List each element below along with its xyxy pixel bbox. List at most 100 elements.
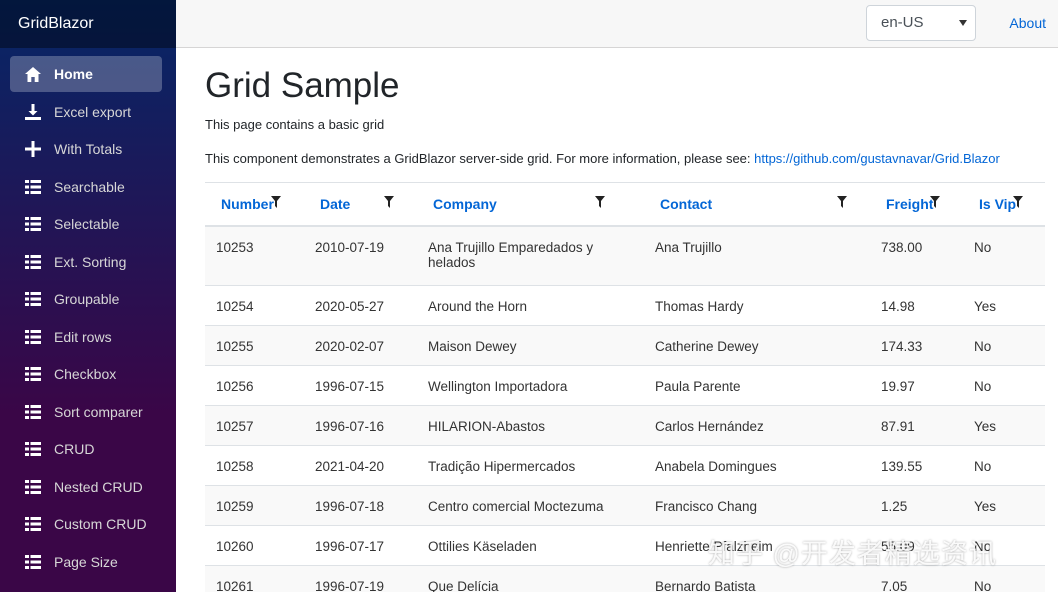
column-header-label: Contact (660, 195, 713, 212)
cell-is-vip: Yes (963, 485, 1045, 526)
column-header-freight[interactable]: Freight (870, 182, 963, 227)
cell-company: HILARION-Abastos (417, 405, 644, 446)
table-row[interactable]: 10255 2020-02-07 Maison Dewey Catherine Dew… (205, 325, 1045, 366)
cell-number: 10260 (205, 525, 304, 566)
list-icon (24, 290, 42, 308)
column-header-label: Number (221, 195, 274, 212)
cell-number: 10253 (205, 225, 304, 286)
table-row[interactable]: 10253 2010-07-19 Ana Trujillo Emparedados … (205, 225, 1045, 286)
cell-freight: 174.33 (870, 325, 963, 366)
cell-date: 1996-07-16 (304, 405, 417, 446)
list-icon (24, 478, 42, 496)
table-row[interactable]: 10259 1996-07-18 Centro comercial Moctezum… (205, 485, 1045, 526)
sidebar-item-selectable[interactable]: Selectable (10, 206, 162, 242)
column-header-company[interactable]: Company (417, 182, 644, 227)
description-body: This component demonstrates a GridBlazor… (205, 151, 755, 166)
filter-icon[interactable] (271, 195, 281, 208)
column-header-label: Freight (886, 195, 934, 212)
column-header-number[interactable]: Number (205, 182, 304, 227)
sidebar-item-label: Custom CRUD (54, 516, 147, 532)
top-bar: en-US About (176, 0, 1058, 48)
table-row[interactable]: 10258 2021-04-20 Tradição Hipermercados Ana… (205, 445, 1045, 486)
sidebar: GridBlazor Home Excel export With Totals Se… (0, 0, 176, 592)
intro-text: This page contains a basic grid (205, 117, 385, 132)
filter-icon[interactable] (1013, 195, 1023, 208)
sidebar-item-with-totals[interactable]: With Totals (10, 131, 162, 167)
cell-contact: Ana Trujillo (644, 225, 870, 286)
cell-number: 10261 (205, 565, 304, 592)
cell-company: Maison Dewey (417, 325, 644, 366)
cell-contact: Anabela Domingues (644, 445, 870, 486)
sidebar-item-ext-sorting[interactable]: Ext. Sorting (10, 244, 162, 280)
list-icon (24, 253, 42, 271)
filter-icon[interactable] (595, 195, 605, 208)
sidebar-item-label: CRUD (54, 441, 95, 457)
filter-icon[interactable] (384, 195, 394, 208)
cell-is-vip: No (963, 325, 1045, 366)
sidebar-item-excel-export[interactable]: Excel export (10, 94, 162, 130)
data-grid: Number Date Company Contact Freight Is Vip 10… (205, 182, 1045, 592)
table-row[interactable]: 10257 1996-07-16 HILARION-Abastos Carlos He… (205, 405, 1045, 446)
sidebar-item-checkbox[interactable]: Checkbox (10, 356, 162, 392)
filter-icon[interactable] (930, 195, 940, 208)
watermark: 知乎 @开发者精选资讯 (708, 539, 997, 569)
culture-select[interactable]: en-US (866, 5, 976, 41)
list-icon (24, 553, 42, 571)
cell-date: 2020-02-07 (304, 325, 417, 366)
list-icon (24, 403, 42, 421)
download-icon (24, 103, 42, 121)
table-row[interactable]: 10256 1996-07-15 Wellington Importadora Pau… (205, 365, 1045, 406)
cell-company: Centro comercial Moctezuma (417, 485, 644, 526)
sidebar-nav: Home Excel export With Totals Searchable Sel… (0, 48, 176, 580)
sidebar-item-nested-crud[interactable]: Nested CRUD (10, 469, 162, 505)
about-link[interactable]: About (1009, 15, 1046, 31)
cell-company: Ana Trujillo Emparedados y helados (417, 225, 644, 286)
column-header-contact[interactable]: Contact (644, 182, 870, 227)
cell-contact: Paula Parente (644, 365, 870, 406)
sidebar-item-label: Page Size (54, 553, 118, 570)
column-header-label: Is Vip (979, 195, 1017, 212)
sidebar-item-page-size[interactable]: Page Size (10, 544, 162, 580)
list-icon (24, 215, 42, 233)
chevron-down-icon (959, 20, 967, 26)
sidebar-item-label: Sort comparer (54, 403, 143, 420)
sidebar-item-label: Selectable (54, 216, 120, 232)
cell-freight: 87.91 (870, 405, 963, 446)
cell-number: 10258 (205, 445, 304, 486)
cell-contact: Catherine Dewey (644, 325, 870, 366)
cell-number: 10254 (205, 285, 304, 326)
cell-company: Ottilies Käseladen (417, 525, 644, 566)
filter-icon[interactable] (837, 195, 847, 208)
sidebar-item-edit-rows[interactable]: Edit rows (10, 319, 162, 355)
sidebar-item-label: Searchable (54, 178, 125, 195)
description-text: This component demonstrates a GridBlazor… (205, 151, 1045, 166)
sidebar-item-home[interactable]: Home (10, 56, 162, 92)
sidebar-item-label: With Totals (54, 141, 123, 157)
cell-freight: 19.97 (870, 365, 963, 406)
list-icon (24, 440, 42, 458)
sidebar-item-label: Ext. Sorting (54, 253, 127, 270)
cell-date: 2020-05-27 (304, 285, 417, 326)
cell-number: 10259 (205, 485, 304, 526)
cell-number: 10255 (205, 325, 304, 366)
brand-title[interactable]: GridBlazor (0, 0, 176, 48)
sidebar-item-groupable[interactable]: Groupable (10, 281, 162, 317)
cell-date: 1996-07-19 (304, 565, 417, 592)
sidebar-item-searchable[interactable]: Searchable (10, 169, 162, 205)
cell-contact: Francisco Chang (644, 485, 870, 526)
table-row[interactable]: 10254 2020-05-27 Around the Horn Thomas Har… (205, 285, 1045, 326)
cell-freight: 1.25 (870, 485, 963, 526)
column-header-is-vip[interactable]: Is Vip (963, 182, 1045, 227)
sidebar-item-sort-comparer[interactable]: Sort comparer (10, 394, 162, 430)
cell-date: 1996-07-18 (304, 485, 417, 526)
cell-date: 2010-07-19 (304, 225, 417, 286)
sidebar-item-custom-crud[interactable]: Custom CRUD (10, 506, 162, 542)
sidebar-item-crud[interactable]: CRUD (10, 431, 162, 467)
sidebar-item-label: Checkbox (54, 366, 117, 382)
column-header-date[interactable]: Date (304, 182, 417, 227)
cell-is-vip: No (963, 225, 1045, 286)
cell-is-vip: Yes (963, 405, 1045, 446)
cell-is-vip: Yes (963, 285, 1045, 326)
cell-is-vip: No (963, 445, 1045, 486)
github-link[interactable]: https://github.com/gustavnavar/Grid.Blaz… (754, 151, 1000, 166)
